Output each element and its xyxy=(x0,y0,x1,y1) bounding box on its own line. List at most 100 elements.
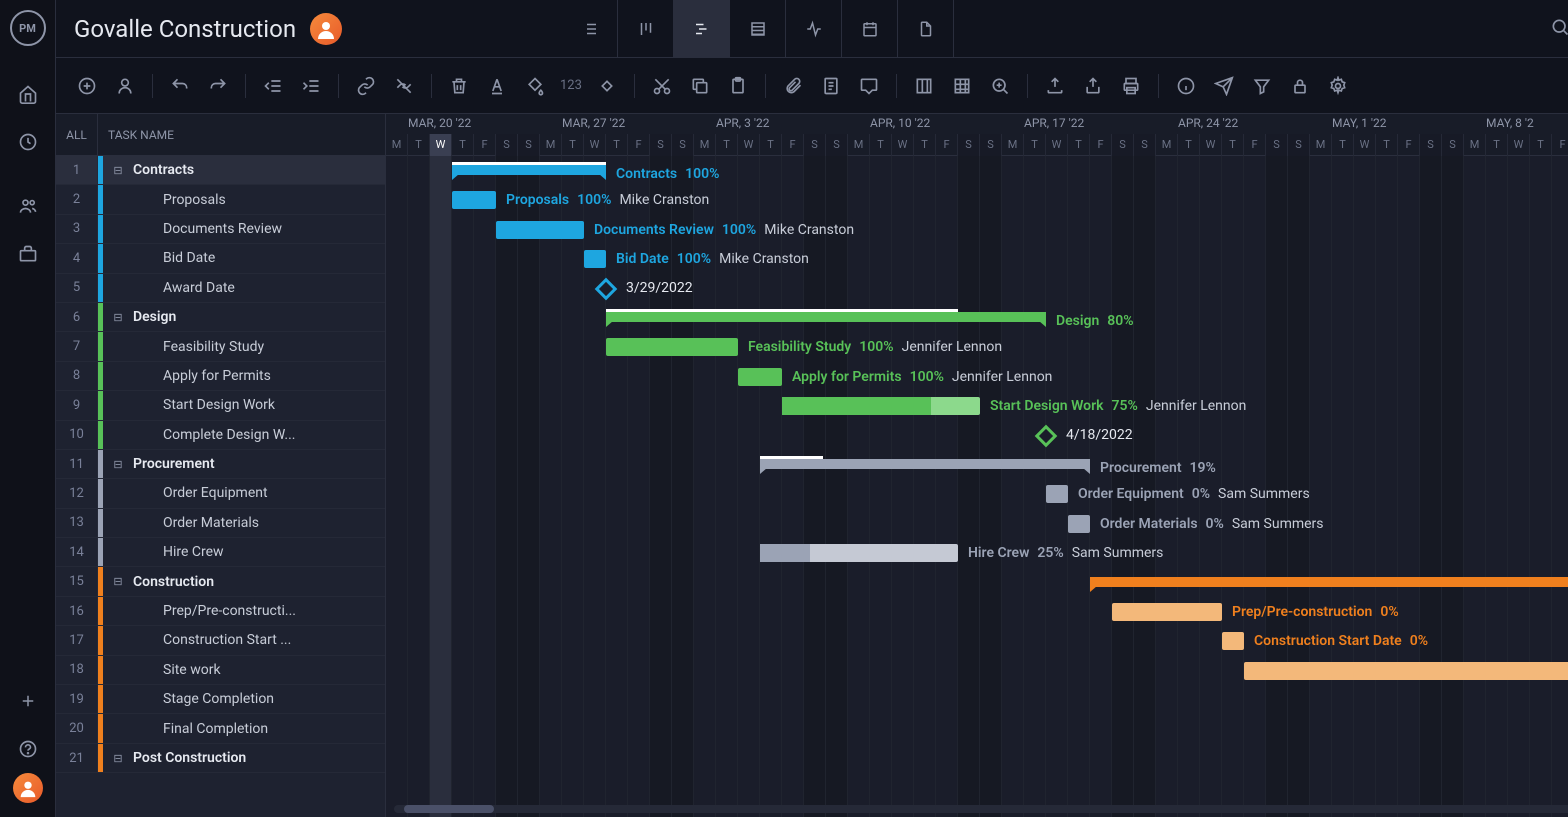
day-cell: W xyxy=(584,134,606,156)
task-row[interactable]: 18Site work xyxy=(56,656,385,685)
gantt-bar[interactable]: Documents Review100%Mike Cranston xyxy=(496,221,584,239)
task-row[interactable]: 9Start Design Work xyxy=(56,391,385,420)
list-view-tab[interactable] xyxy=(562,0,618,58)
row-color-indicator xyxy=(98,567,103,595)
columns-button[interactable] xyxy=(907,69,941,103)
day-cell: M xyxy=(386,134,408,156)
task-row[interactable]: 1⊟Contracts xyxy=(56,156,385,185)
expand-toggle[interactable]: ⊟ xyxy=(109,164,127,177)
task-row[interactable]: 17Construction Start ... xyxy=(56,626,385,655)
gantt-bar[interactable]: Contracts100% xyxy=(452,165,606,175)
fill-color-button[interactable] xyxy=(518,69,552,103)
task-row[interactable]: 19Stage Completion xyxy=(56,685,385,714)
expand-toggle[interactable]: ⊟ xyxy=(109,752,127,765)
task-name: Complete Design W... xyxy=(127,427,385,443)
column-task-name[interactable]: TASK NAME xyxy=(98,128,385,142)
export-button[interactable] xyxy=(1038,69,1072,103)
scrollbar-thumb[interactable] xyxy=(404,805,494,813)
horizontal-scrollbar[interactable] xyxy=(394,805,1568,813)
expand-toggle[interactable]: ⊟ xyxy=(109,311,127,324)
gantt-chart[interactable]: MAR, 20 '22MAR, 27 '22APR, 3 '22APR, 10 … xyxy=(386,114,1568,817)
day-cell: S xyxy=(1266,134,1288,156)
gantt-bar[interactable]: Apply for Permits100%Jennifer Lennon xyxy=(738,368,782,386)
gantt-bar[interactable]: Hire Crew25%Sam Summers xyxy=(760,544,958,562)
expand-toggle[interactable]: ⊟ xyxy=(109,458,127,471)
gantt-bar[interactable]: Start Design Work75%Jennifer Lennon xyxy=(782,397,980,415)
task-row[interactable]: 21⊟Post Construction xyxy=(56,744,385,773)
add-icon[interactable] xyxy=(0,677,56,725)
task-row[interactable]: 11⊟Procurement xyxy=(56,450,385,479)
unlink-button[interactable] xyxy=(387,69,421,103)
comments-button[interactable] xyxy=(852,69,886,103)
add-task-button[interactable] xyxy=(70,69,104,103)
gantt-bar[interactable]: Design80% xyxy=(606,312,1046,322)
milestone-button[interactable] xyxy=(590,69,624,103)
task-row[interactable]: 15⊟Construction xyxy=(56,567,385,596)
outdent-button[interactable] xyxy=(256,69,290,103)
project-owner-avatar[interactable] xyxy=(310,13,342,45)
activity-view-tab[interactable] xyxy=(786,0,842,58)
people-icon[interactable] xyxy=(0,182,56,230)
sheet-view-tab[interactable] xyxy=(730,0,786,58)
info-button[interactable] xyxy=(1169,69,1203,103)
gantt-bar[interactable]: Feasibility Study100%Jennifer Lennon xyxy=(606,338,738,356)
recent-icon[interactable] xyxy=(0,118,56,166)
app-logo[interactable]: PM xyxy=(10,10,46,46)
gantt-bar[interactable]: Order Materials0%Sam Summers xyxy=(1068,515,1090,533)
attachment-button[interactable] xyxy=(776,69,810,103)
column-all[interactable]: ALL xyxy=(56,114,98,155)
briefcase-icon[interactable] xyxy=(0,230,56,278)
calendar-view-tab[interactable] xyxy=(842,0,898,58)
gantt-bar[interactable]: Construction Start Date0% xyxy=(1222,632,1244,650)
share-button[interactable] xyxy=(1076,69,1110,103)
gantt-bar[interactable]: Bid Date100%Mike Cranston xyxy=(584,250,606,268)
task-row[interactable]: 14Hire Crew xyxy=(56,538,385,567)
filter-button[interactable] xyxy=(1245,69,1279,103)
help-icon[interactable] xyxy=(0,725,56,773)
indent-button[interactable] xyxy=(294,69,328,103)
task-row[interactable]: 10Complete Design W... xyxy=(56,421,385,450)
lock-button[interactable] xyxy=(1283,69,1317,103)
row-color-indicator xyxy=(98,156,103,184)
task-row[interactable]: 2Proposals xyxy=(56,185,385,214)
task-row[interactable]: 7Feasibility Study xyxy=(56,332,385,361)
assign-button[interactable] xyxy=(108,69,142,103)
task-row[interactable]: 6⊟Design xyxy=(56,303,385,332)
text-format-button[interactable] xyxy=(480,69,514,103)
notes-button[interactable] xyxy=(814,69,848,103)
task-row[interactable]: 16Prep/Pre-constructi... xyxy=(56,597,385,626)
gantt-bar[interactable] xyxy=(1090,577,1568,587)
user-avatar[interactable] xyxy=(13,773,43,803)
redo-button[interactable] xyxy=(201,69,235,103)
task-row[interactable]: 12Order Equipment xyxy=(56,479,385,508)
print-button[interactable] xyxy=(1114,69,1148,103)
undo-button[interactable] xyxy=(163,69,197,103)
delete-button[interactable] xyxy=(442,69,476,103)
gantt-bar[interactable]: Order Equipment0%Sam Summers xyxy=(1046,485,1068,503)
zoom-button[interactable] xyxy=(983,69,1017,103)
row-number: 8 xyxy=(56,362,98,390)
task-row[interactable]: 13Order Materials xyxy=(56,509,385,538)
settings-button[interactable] xyxy=(1321,69,1355,103)
search-icon[interactable] xyxy=(1542,9,1568,49)
paste-button[interactable] xyxy=(721,69,755,103)
task-row[interactable]: 4Bid Date xyxy=(56,244,385,273)
gantt-bar[interactable]: Prep/Pre-construction0% xyxy=(1112,603,1222,621)
gantt-bar[interactable]: Proposals100%Mike Cranston xyxy=(452,191,496,209)
copy-button[interactable] xyxy=(683,69,717,103)
gantt-bar[interactable] xyxy=(1244,662,1568,680)
task-row[interactable]: 20Final Completion xyxy=(56,714,385,743)
expand-toggle[interactable]: ⊟ xyxy=(109,575,127,588)
board-view-tab[interactable] xyxy=(618,0,674,58)
gantt-view-tab[interactable] xyxy=(674,0,730,58)
task-row[interactable]: 5Award Date xyxy=(56,274,385,303)
file-view-tab[interactable] xyxy=(898,0,954,58)
task-row[interactable]: 3Documents Review xyxy=(56,215,385,244)
grid-button[interactable] xyxy=(945,69,979,103)
send-button[interactable] xyxy=(1207,69,1241,103)
gantt-bar[interactable]: Procurement19% xyxy=(760,459,1090,469)
link-button[interactable] xyxy=(349,69,383,103)
task-row[interactable]: 8Apply for Permits xyxy=(56,362,385,391)
cut-button[interactable] xyxy=(645,69,679,103)
home-icon[interactable] xyxy=(0,70,56,118)
